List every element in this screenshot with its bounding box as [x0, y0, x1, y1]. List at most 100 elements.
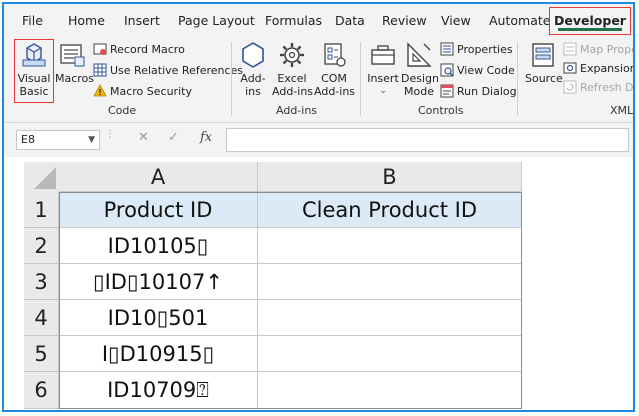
addins-hexagon-icon	[242, 42, 264, 68]
cell-a1[interactable]: Product ID	[59, 192, 258, 228]
row-header-6[interactable]: 6	[24, 372, 59, 409]
controls-group-label: Controls	[418, 104, 464, 117]
cancel-icon[interactable]: ✕	[138, 130, 149, 145]
formula-input[interactable]	[226, 128, 629, 152]
refresh-data-button[interactable]: Refresh Dat	[563, 79, 634, 97]
run-dialog-icon	[440, 84, 454, 98]
cell-a3[interactable]: ▯ID▯10107↑	[59, 264, 258, 300]
xml-group-label: XML	[610, 104, 634, 117]
row-header-4[interactable]: 4	[24, 300, 59, 336]
refresh-icon	[563, 80, 577, 94]
group-separator	[517, 42, 518, 116]
design-mode-label: Design Mode	[401, 72, 439, 98]
view-code-label: View Code	[457, 64, 515, 77]
record-macro-icon	[93, 43, 107, 55]
expansion-packs-label: Expansion P	[580, 62, 635, 75]
design-mode-button[interactable]: Design Mode	[401, 40, 439, 98]
addins-button[interactable]: Add- ins	[236, 40, 270, 98]
column-header-b[interactable]: B	[258, 162, 522, 192]
expansion-packs-icon	[563, 62, 577, 74]
tab-data[interactable]: Data	[335, 10, 365, 32]
view-code-icon	[440, 63, 454, 77]
refresh-data-label: Refresh Dat	[580, 81, 634, 94]
name-box[interactable]: E8 ▼	[16, 130, 100, 150]
record-macro-button[interactable]: Record Macro	[93, 41, 185, 59]
chevron-down-icon[interactable]: ▼	[88, 131, 95, 149]
ribbon-tab-bar: File Home Insert Page Layout Formulas Da…	[4, 4, 633, 38]
xml-source-button[interactable]: Source	[525, 40, 563, 85]
tab-automate[interactable]: Automate	[489, 10, 550, 32]
com-addins-icon	[324, 43, 346, 67]
warning-icon	[93, 84, 107, 97]
tab-file[interactable]: File	[22, 10, 43, 32]
excel-window: File Home Insert Page Layout Formulas Da…	[2, 2, 635, 412]
tab-view[interactable]: View	[441, 10, 471, 32]
ribbon-developer: Visual Basic Macros Record Macro Use Rel…	[4, 38, 633, 123]
macros-icon	[60, 44, 85, 67]
use-relative-references-button[interactable]: Use Relative References	[93, 62, 243, 80]
relative-references-icon	[93, 63, 107, 77]
macro-security-button[interactable]: Macro Security	[93, 83, 192, 101]
run-dialog-label: Run Dialog	[457, 85, 517, 98]
insert-control-button[interactable]: Insert ⌄	[367, 40, 399, 98]
map-properties-button[interactable]: Map Proper	[563, 41, 633, 59]
cell-b3[interactable]	[258, 264, 522, 300]
use-relative-references-label: Use Relative References	[110, 64, 244, 77]
tab-home[interactable]: Home	[68, 10, 105, 32]
developer-tab-highlight	[549, 7, 631, 35]
expansion-packs-button[interactable]: Expansion P	[563, 60, 635, 78]
macros-label: Macros	[55, 72, 95, 85]
enter-icon[interactable]: ✓	[168, 130, 179, 145]
row-header-3[interactable]: 3	[24, 264, 59, 300]
cell-a5[interactable]: I▯D10915▯	[59, 336, 258, 372]
excel-addins-button[interactable]: Excel Add-ins	[272, 40, 314, 98]
group-separator	[360, 42, 361, 116]
cell-a4[interactable]: ID10▯501	[59, 300, 258, 336]
toolbox-icon	[371, 45, 395, 65]
formula-bar: E8 ▼ ⋮ ✕ ✓ fx	[4, 123, 633, 157]
row-header-2[interactable]: 2	[24, 228, 59, 264]
row-header-1[interactable]: 1	[24, 192, 59, 228]
select-all-button[interactable]	[24, 162, 60, 193]
properties-button[interactable]: Properties	[440, 41, 513, 59]
addins-label: Add- ins	[240, 72, 266, 98]
tab-page-layout[interactable]: Page Layout	[178, 10, 255, 32]
map-properties-icon	[563, 42, 577, 56]
chevron-down-icon: ⌄	[379, 86, 387, 96]
tab-review[interactable]: Review	[382, 10, 427, 32]
cell-a6[interactable]: ID10709⍰	[59, 372, 258, 409]
tab-insert[interactable]: Insert	[124, 10, 160, 32]
addins-group-label: Add-ins	[276, 104, 318, 117]
cell-b5[interactable]	[258, 336, 522, 372]
com-addins-button[interactable]: COM Add-ins	[314, 40, 356, 98]
tab-formulas[interactable]: Formulas	[265, 10, 322, 32]
cell-b1[interactable]: Clean Product ID	[258, 192, 522, 228]
gear-icon	[280, 43, 304, 67]
run-dialog-button[interactable]: Run Dialog	[440, 83, 517, 101]
name-box-value: E8	[21, 133, 35, 146]
macros-button[interactable]: Macros	[55, 40, 95, 85]
insert-function-icon[interactable]: fx	[200, 130, 212, 145]
row-header-5[interactable]: 5	[24, 336, 59, 372]
cell-a2[interactable]: ID10105▯	[59, 228, 258, 264]
excel-addins-label: Excel Add-ins	[272, 72, 314, 98]
xml-source-label: Source	[525, 72, 563, 85]
visual-basic-highlight	[14, 39, 54, 103]
macro-security-label: Macro Security	[110, 85, 192, 98]
select-all-triangle-icon	[34, 167, 56, 189]
map-properties-label: Map Proper	[580, 43, 633, 56]
cell-b4[interactable]	[258, 300, 522, 336]
insert-control-label: Insert	[367, 72, 399, 85]
cell-b2[interactable]	[258, 228, 522, 264]
cell-b6[interactable]	[258, 372, 522, 409]
group-separator	[231, 42, 232, 116]
com-addins-label: COM Add-ins	[314, 72, 356, 98]
column-header-a[interactable]: A	[59, 162, 258, 192]
worksheet-grid[interactable]: A B 1 Product ID Clean Product ID 2 ID10…	[4, 157, 633, 410]
properties-label: Properties	[457, 43, 513, 56]
view-code-button[interactable]: View Code	[440, 62, 515, 80]
formula-bar-splitter[interactable]: ⋮	[105, 130, 115, 148]
code-group-label: Code	[108, 104, 137, 117]
xml-source-icon	[532, 43, 554, 67]
design-mode-icon	[407, 42, 432, 67]
